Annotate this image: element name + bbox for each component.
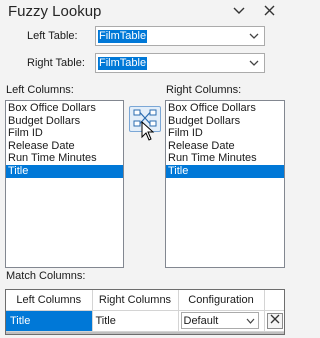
chevron-down-icon	[246, 27, 262, 45]
delete-icon	[270, 314, 280, 327]
left-table-value: FilmTable	[98, 30, 148, 43]
list-item[interactable]: Budget Dollars	[6, 115, 123, 128]
chevron-down-icon	[246, 54, 262, 72]
left-columns-list[interactable]: Box Office Dollars Budget Dollars Film I…	[5, 100, 124, 268]
list-item-selected[interactable]: Title	[6, 164, 123, 178]
list-item[interactable]: Box Office Dollars	[6, 102, 123, 115]
right-table-select[interactable]: FilmTable	[95, 53, 265, 73]
right-columns-list[interactable]: Box Office Dollars Budget Dollars Film I…	[165, 100, 285, 268]
delete-match-button[interactable]	[266, 312, 283, 329]
mouse-pointer-icon	[141, 120, 155, 144]
left-columns-label: Left Columns:	[6, 84, 74, 96]
table-row[interactable]: Title Title Default	[6, 310, 284, 332]
match-columns-grid[interactable]: Left Columns Right Columns Configuration…	[5, 289, 285, 335]
list-item-selected[interactable]: Title	[166, 164, 284, 178]
match-left-cell[interactable]: Title	[6, 310, 93, 332]
list-item[interactable]: Budget Dollars	[166, 115, 284, 128]
match-columns-label: Match Columns:	[6, 270, 86, 282]
column-header-right[interactable]: Right Columns	[92, 290, 179, 311]
left-table-select[interactable]: FilmTable	[95, 26, 265, 46]
chevron-down-icon	[233, 6, 245, 18]
list-item[interactable]: Release Date	[6, 140, 123, 153]
column-header-actions	[264, 290, 284, 311]
list-item[interactable]: Film ID	[166, 127, 284, 140]
list-item[interactable]: Run Time Minutes	[6, 152, 123, 165]
pane-title: Fuzzy Lookup	[8, 3, 102, 20]
list-item[interactable]: Release Date	[166, 140, 284, 153]
column-header-configuration[interactable]: Configuration	[178, 290, 265, 311]
pane-options-button[interactable]	[229, 2, 249, 22]
chevron-down-icon	[246, 315, 255, 327]
match-right-cell[interactable]: Title	[92, 310, 179, 332]
list-item[interactable]: Box Office Dollars	[166, 102, 284, 115]
list-item[interactable]: Film ID	[6, 127, 123, 140]
left-table-label: Left Table:	[27, 30, 78, 42]
close-button[interactable]	[259, 2, 279, 22]
right-table-value: FilmTable	[98, 57, 148, 70]
right-columns-label: Right Columns:	[166, 84, 242, 96]
configuration-value: Default	[183, 315, 219, 327]
close-icon	[264, 5, 275, 19]
match-delete-cell	[264, 310, 284, 332]
match-configuration-cell[interactable]: Default	[178, 310, 265, 332]
column-header-left[interactable]: Left Columns	[6, 290, 93, 311]
configuration-select[interactable]: Default	[180, 312, 259, 329]
right-table-label: Right Table:	[27, 57, 85, 69]
list-item[interactable]: Run Time Minutes	[166, 152, 284, 165]
